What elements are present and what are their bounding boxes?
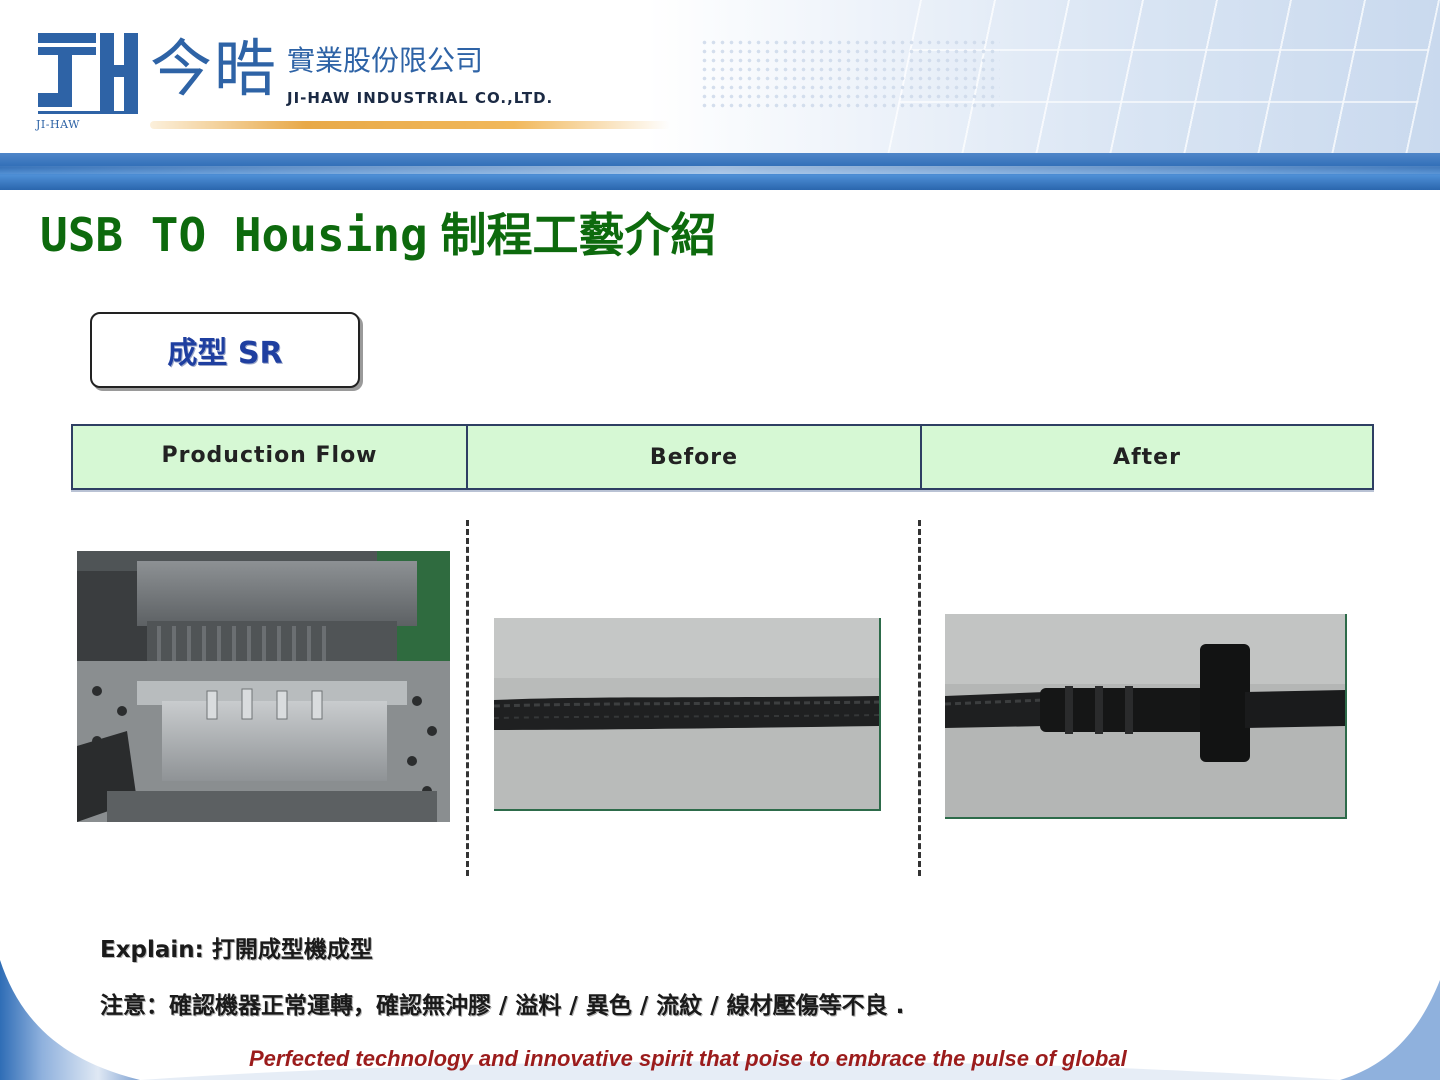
header-dots-decoration [700,38,1000,108]
cable-after-photo [945,614,1347,819]
header-after: After [1113,444,1181,470]
logo-small-text: JI-HAW [36,118,80,131]
logo-underline [150,121,670,129]
header-production-flow: Production Flow [73,426,468,488]
notice-text: 注意：確認機器正常運轉，確認無沖膠 / 溢料 / 異色 / 流紋 / 線材壓傷等… [100,993,905,1019]
company-name-en: JI-HAW INDUSTRIAL CO.,LTD. [287,89,554,107]
jh-logo-icon [38,33,138,114]
column-divider [918,520,921,876]
process-step-box: 成型 SR [90,312,360,388]
column-divider [466,520,469,876]
header-banner: JI-HAW 今晧 實業股份限公司 JI-HAW INDUSTRIAL CO.,… [0,0,1440,190]
cable-before-photo [494,618,881,811]
header-before: Before [468,426,922,488]
page-title-en: USB TO Housing [40,208,428,262]
logo-chinese-name: 今晧 [150,32,279,105]
process-table-header: Production Flow Before After [71,424,1374,490]
process-step-label: 成型 SR [167,336,283,371]
company-name-cn: 實業股份限公司 [287,44,484,77]
explain-text: Explain: 打開成型機成型 [100,937,373,963]
molding-machine-photo [77,551,450,822]
page-title-cn: 制程工藝介紹 [440,208,717,262]
footer-slogan: Perfected technology and innovative spir… [249,1046,1127,1071]
page-title: USB TO Housing 制程工藝介紹 [40,208,717,263]
